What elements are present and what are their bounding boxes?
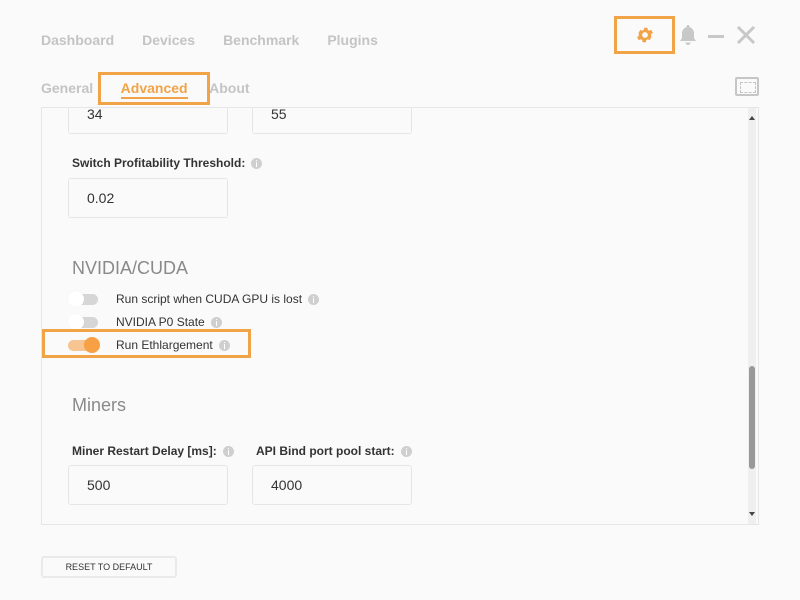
top-right-input[interactable]: 55 [252,108,412,134]
settings-button[interactable] [614,16,675,54]
p0-state-label-row: NVIDIA P0 State [116,315,222,329]
settings-tabs: General Advanced About [41,71,250,105]
tab-advanced-label: Advanced [120,80,188,99]
miners-section-title: Miners [72,395,127,415]
bell-icon [680,25,696,45]
info-icon[interactable] [251,157,263,169]
api-bind-port-field: API Bind port pool start: [256,444,412,458]
info-icon[interactable] [400,445,412,457]
api-bind-port-label-row: API Bind port pool start: [256,444,412,458]
nav-plugins[interactable]: Plugins [327,32,378,48]
notifications-button[interactable] [675,20,701,50]
tab-advanced[interactable]: Advanced [98,71,211,105]
nav-devices[interactable]: Devices [142,32,195,48]
nav-benchmark[interactable]: Benchmark [223,32,299,48]
toggle-row-cuda-lost: Run script when CUDA GPU is lost [42,289,320,309]
restart-delay-field: Miner Restart Delay [ms]: [72,444,234,458]
minimize-button[interactable] [701,20,731,50]
scroll-down-arrow-icon[interactable] [749,512,755,516]
api-bind-port-label: API Bind port pool start: [256,444,395,458]
switch-threshold-label: Switch Profitability Threshold: [72,156,246,170]
scrollbar-thumb[interactable] [749,366,755,469]
tab-general[interactable]: General [41,80,93,96]
gear-icon [636,27,653,43]
info-icon[interactable] [222,445,234,457]
api-bind-port-input-wrap: 4000 [252,465,412,505]
info-icon[interactable] [308,293,320,305]
advanced-settings-panel: 34 55 Switch Profitability Threshold: 0.… [41,107,759,525]
p0-state-toggle[interactable] [68,314,98,330]
switch-threshold-field: Switch Profitability Threshold: [72,156,263,170]
vertical-scrollbar[interactable] [748,108,756,524]
ethlargement-highlight [42,329,251,358]
top-left-field: 34 [68,108,228,134]
api-bind-port-input[interactable]: 4000 [252,465,412,505]
layout-toggle-icon[interactable] [735,77,759,96]
restart-delay-label-row: Miner Restart Delay [ms]: [72,444,234,458]
nav-dashboard[interactable]: Dashboard [41,32,114,48]
close-button[interactable] [731,20,761,50]
top-left-input[interactable]: 34 [68,108,228,134]
restart-delay-input[interactable]: 500 [68,465,228,505]
close-icon [737,26,755,44]
restart-delay-input-wrap: 500 [68,465,228,505]
top-right-field: 55 [252,108,412,134]
switch-threshold-input-wrap: 0.02 [68,178,228,218]
info-icon[interactable] [210,316,222,328]
cuda-lost-toggle[interactable] [68,291,98,307]
switch-threshold-input[interactable]: 0.02 [68,178,228,218]
cuda-lost-label-row: Run script when CUDA GPU is lost [116,292,320,306]
nvidia-section-title: NVIDIA/CUDA [72,258,189,278]
reset-to-default-button[interactable]: RESET TO DEFAULT [41,556,177,578]
minimize-icon [708,35,724,38]
tab-about[interactable]: About [209,80,249,96]
cuda-lost-label: Run script when CUDA GPU is lost [116,292,303,306]
main-nav: Dashboard Devices Benchmark Plugins [41,32,406,48]
p0-state-label: NVIDIA P0 State [116,315,205,329]
restart-delay-label: Miner Restart Delay [ms]: [72,444,217,458]
switch-threshold-label-row: Switch Profitability Threshold: [72,156,263,170]
window-controls [614,16,761,54]
app-window: Dashboard Devices Benchmark Plugins Gene… [0,0,800,600]
scroll-up-arrow-icon[interactable] [749,116,755,120]
